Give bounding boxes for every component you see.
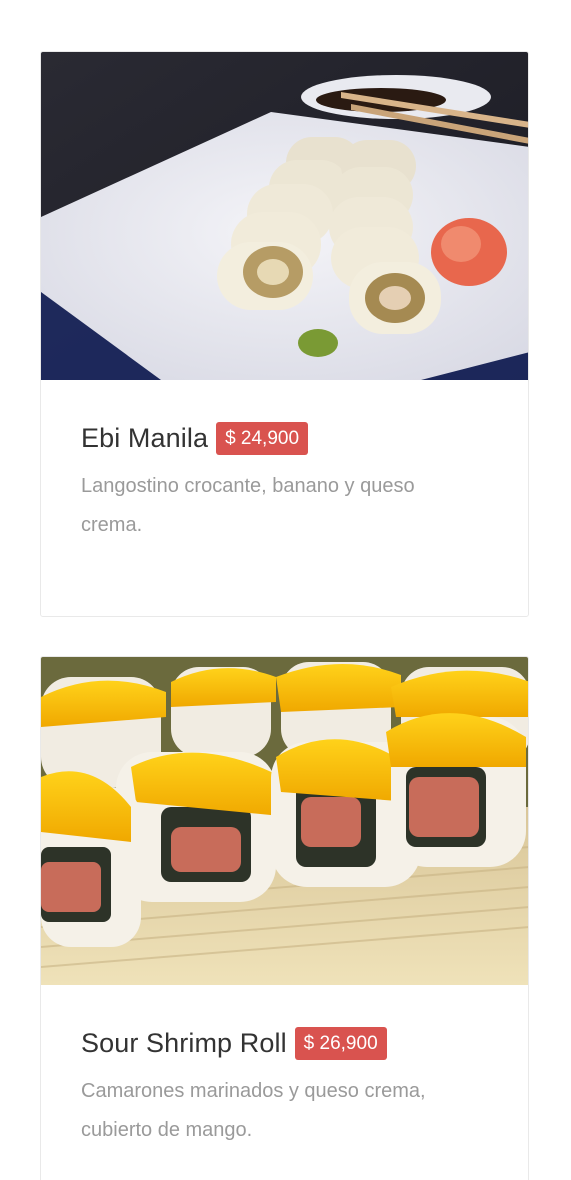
item-description: Camarones marinados y queso crema, cubie… — [81, 1080, 426, 1141]
menu-item-card[interactable]: Ebi Manila $ 24,900 Langostino crocante,… — [40, 51, 529, 617]
menu-page: Ebi Manila $ 24,900 Langostino crocante,… — [0, 0, 571, 1180]
price-badge: $ 24,900 — [216, 421, 309, 455]
item-name: Ebi Manila — [81, 422, 209, 453]
pickled-ginger — [431, 218, 507, 286]
price-badge: $ 26,900 — [294, 1026, 387, 1060]
menu-item-card[interactable]: Sour Shrimp Roll $ 26,900 Camarones mari… — [40, 656, 529, 1180]
item-description: Langostino crocante, banano y queso crem… — [81, 475, 415, 536]
item-name: Sour Shrimp Roll — [81, 1027, 287, 1058]
menu-item-image — [41, 52, 528, 380]
wasabi — [298, 329, 338, 357]
menu-item-image — [41, 657, 528, 985]
